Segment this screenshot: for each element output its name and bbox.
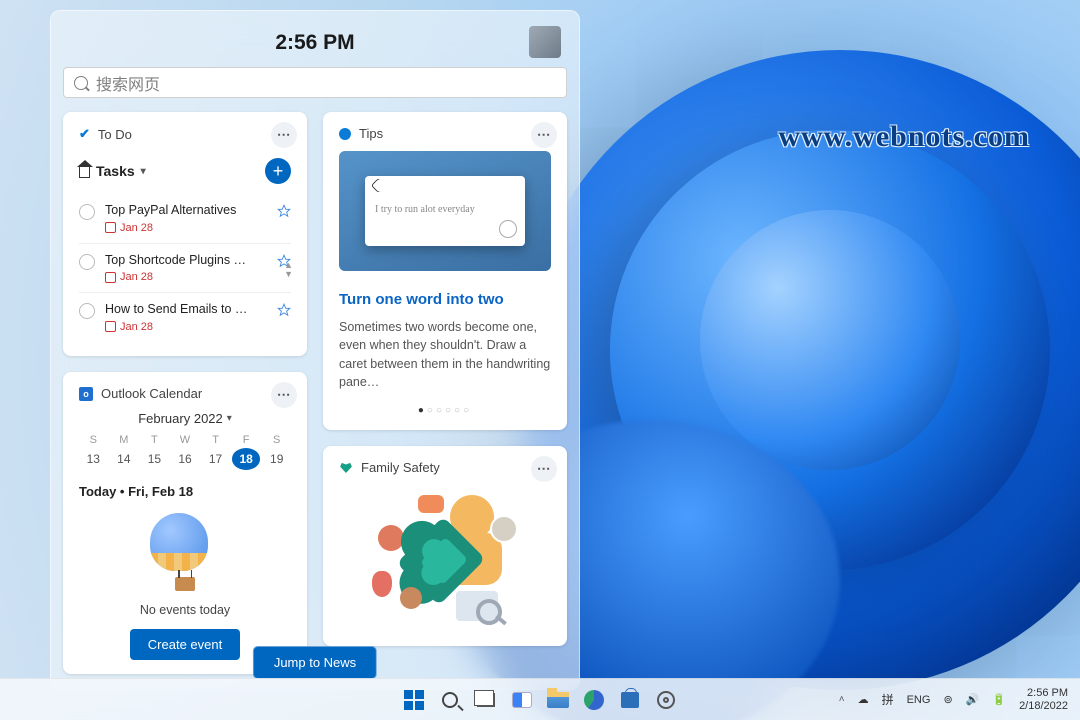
edge-button[interactable] bbox=[580, 686, 608, 714]
task-checkbox[interactable] bbox=[79, 204, 95, 220]
tip-headline[interactable]: Turn one word into two bbox=[339, 291, 551, 308]
calendar-day[interactable]: 13 bbox=[79, 448, 108, 470]
calendar-dow: T bbox=[140, 434, 169, 446]
task-title: Top PayPal Alternatives bbox=[105, 202, 267, 218]
star-icon[interactable] bbox=[277, 204, 291, 218]
star-icon[interactable] bbox=[277, 303, 291, 317]
task-title: Top Shortcode Plugins … bbox=[105, 252, 267, 268]
widgets-panel: 2:56 PM 搜索网页 ⋯ ✔ To Do Tasks ▾ + bbox=[50, 10, 580, 690]
clock-date: 2/18/2022 bbox=[1019, 700, 1068, 713]
store-button[interactable] bbox=[616, 686, 644, 714]
calendar-dow: T bbox=[201, 434, 230, 446]
calendar-today-label: Today • Fri, Feb 18 bbox=[79, 484, 291, 499]
battery-icon[interactable]: 🔋 bbox=[992, 693, 1006, 706]
todo-title: To Do bbox=[98, 127, 132, 142]
todo-more-button[interactable]: ⋯ bbox=[271, 122, 297, 148]
calendar-day[interactable]: 19 bbox=[262, 448, 291, 470]
settings-button[interactable] bbox=[652, 686, 680, 714]
tip-illustration: I try to run alot everyday bbox=[339, 151, 551, 271]
task-item[interactable]: Top Shortcode Plugins … Jan 28 ▲▼ bbox=[79, 243, 291, 293]
tip-body: Sometimes two words become one, even whe… bbox=[339, 318, 551, 391]
balloon-illustration bbox=[150, 513, 220, 595]
widgets-button[interactable] bbox=[508, 686, 536, 714]
language-indicator[interactable]: ENG bbox=[907, 694, 931, 706]
task-title: How to Send Emails to … bbox=[105, 301, 267, 317]
search-input[interactable]: 搜索网页 bbox=[63, 67, 567, 98]
calendar-dow: F bbox=[232, 434, 261, 446]
task-item[interactable]: Top PayPal Alternatives Jan 28 bbox=[79, 194, 291, 243]
calendar-day[interactable]: 16 bbox=[171, 448, 200, 470]
volume-icon[interactable]: 🔊 bbox=[966, 693, 980, 706]
task-view-button[interactable] bbox=[472, 686, 500, 714]
taskbar-search-button[interactable] bbox=[436, 686, 464, 714]
create-event-button[interactable]: Create event bbox=[130, 629, 240, 660]
panel-clock: 2:56 PM bbox=[275, 31, 354, 55]
task-due-date: Jan 28 bbox=[105, 270, 267, 284]
todo-list-name[interactable]: Tasks bbox=[96, 163, 135, 179]
calendar-day[interactable]: 18 bbox=[232, 448, 261, 470]
wifi-icon[interactable]: ⊚ bbox=[943, 693, 952, 706]
task-checkbox[interactable] bbox=[79, 254, 95, 270]
family-safety-widget: ⋯ Family Safety bbox=[323, 446, 567, 646]
start-button[interactable] bbox=[400, 686, 428, 714]
calendar-dow: S bbox=[262, 434, 291, 446]
calendar-dow: M bbox=[110, 434, 139, 446]
onedrive-icon[interactable]: ☁ bbox=[858, 693, 869, 706]
search-placeholder: 搜索网页 bbox=[96, 71, 160, 95]
task-list: Top PayPal Alternatives Jan 28 Top Short… bbox=[79, 194, 291, 342]
task-due-date: Jan 28 bbox=[105, 221, 267, 235]
calendar-month-label: February 2022 bbox=[138, 411, 223, 426]
family-more-button[interactable]: ⋯ bbox=[531, 456, 557, 482]
chevron-down-icon: ▾ bbox=[227, 413, 232, 424]
user-avatar[interactable] bbox=[529, 26, 561, 58]
file-explorer-button[interactable] bbox=[544, 686, 572, 714]
tips-icon bbox=[339, 128, 351, 140]
clock-time: 2:56 PM bbox=[1019, 687, 1068, 700]
add-task-button[interactable]: + bbox=[265, 158, 291, 184]
calendar-week-grid: SMTWTFS13141516171819 bbox=[79, 434, 291, 470]
calendar-month-selector[interactable]: February 2022 ▾ bbox=[79, 411, 291, 426]
calendar-day[interactable]: 15 bbox=[140, 448, 169, 470]
system-tray[interactable]: ˄ ☁ 拼 ENG ⊚ 🔊 🔋 2:56 PM 2/18/2022 bbox=[827, 687, 1080, 712]
todo-icon: ✔ bbox=[79, 126, 90, 142]
task-item[interactable]: How to Send Emails to … Jan 28 bbox=[79, 292, 291, 342]
calendar-more-button[interactable]: ⋯ bbox=[271, 382, 297, 408]
outlook-icon: o bbox=[79, 387, 93, 401]
no-events-text: No events today bbox=[79, 603, 291, 617]
family-safety-icon bbox=[339, 460, 353, 474]
watermark-text: www.webnots.com bbox=[778, 120, 1030, 154]
calendar-title: Outlook Calendar bbox=[101, 386, 202, 401]
taskbar-clock[interactable]: 2:56 PM 2/18/2022 bbox=[1019, 687, 1068, 712]
calendar-day[interactable]: 14 bbox=[110, 448, 139, 470]
search-icon bbox=[74, 76, 88, 90]
family-illustration bbox=[370, 487, 520, 627]
home-icon bbox=[79, 167, 90, 178]
tip-sample-text: I try to run alot everyday bbox=[375, 204, 515, 215]
calendar-widget: ⋯ o Outlook Calendar February 2022 ▾ SMT… bbox=[63, 372, 307, 674]
calendar-day[interactable]: 17 bbox=[201, 448, 230, 470]
taskbar: ˄ ☁ 拼 ENG ⊚ 🔊 🔋 2:56 PM 2/18/2022 bbox=[0, 678, 1080, 720]
family-safety-title: Family Safety bbox=[361, 460, 440, 475]
jump-to-news-button[interactable]: Jump to News bbox=[253, 646, 377, 679]
task-checkbox[interactable] bbox=[79, 303, 95, 319]
ime-icon[interactable]: 拼 bbox=[882, 691, 894, 708]
tray-overflow-icon[interactable]: ˄ bbox=[839, 694, 845, 705]
chevron-down-icon: ▾ bbox=[141, 166, 146, 177]
tips-widget: ⋯ Tips I try to run alot everyday Turn o… bbox=[323, 112, 567, 430]
calendar-dow: W bbox=[171, 434, 200, 446]
todo-widget: ⋯ ✔ To Do Tasks ▾ + Top PayPal Alternati… bbox=[63, 112, 307, 356]
tips-more-button[interactable]: ⋯ bbox=[531, 122, 557, 148]
calendar-dow: S bbox=[79, 434, 108, 446]
carousel-dots[interactable]: ●○○○○○ bbox=[339, 391, 551, 416]
task-due-date: Jan 28 bbox=[105, 320, 267, 334]
sort-arrows-icon[interactable]: ▲▼ bbox=[284, 261, 293, 279]
tips-title: Tips bbox=[359, 126, 383, 141]
